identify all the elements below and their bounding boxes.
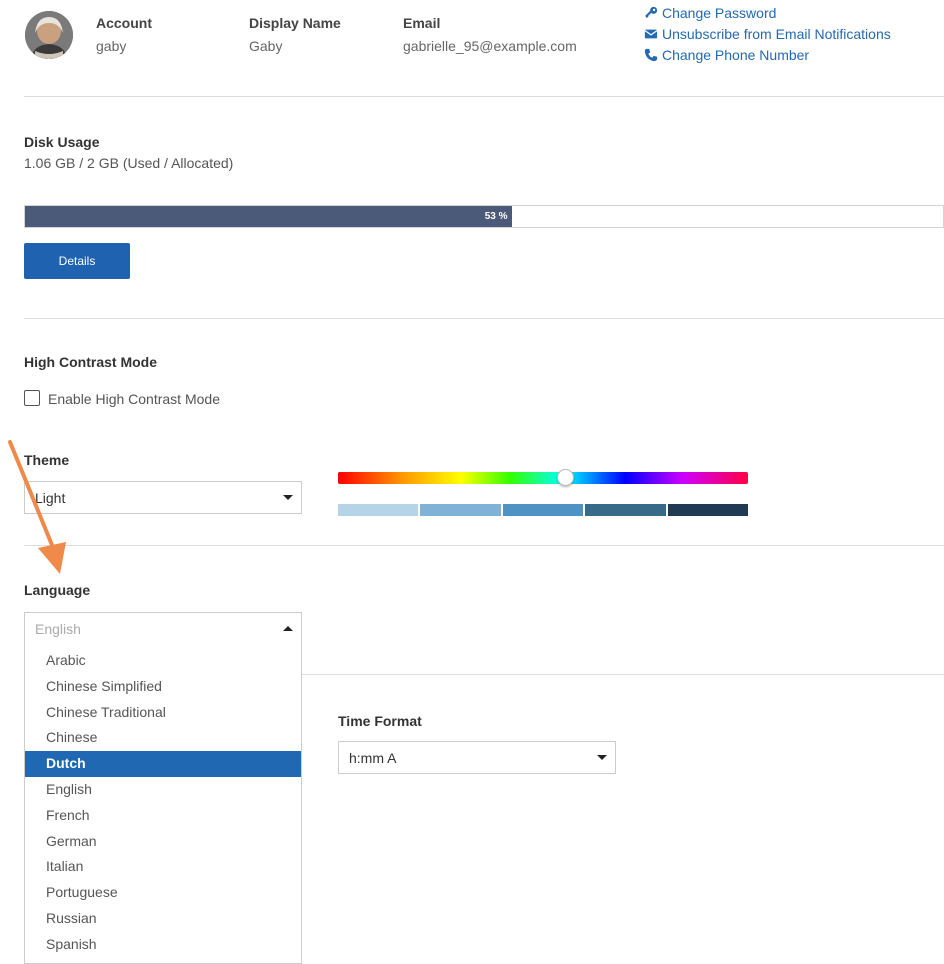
disk-usage-progress-bar: 53 % [24,205,944,228]
change-password-label: Change Password [662,5,777,21]
divider [24,545,944,546]
change-phone-label: Change Phone Number [662,47,810,63]
language-option[interactable]: Dutch [25,751,301,777]
account-value: gaby [96,38,127,54]
language-option[interactable]: English [25,777,301,803]
envelope-icon [644,29,658,39]
color-swatch[interactable] [420,504,501,516]
change-password-link[interactable]: Change Password [644,5,776,21]
spectrum-slider-handle[interactable] [557,469,574,486]
time-format-select[interactable]: h:mm A [338,741,616,774]
disk-usage-summary: 1.06 GB / 2 GB (Used / Allocated) [24,155,234,171]
annotation-arrow-icon [8,440,66,574]
progress-percent-label: 53 % [484,211,508,222]
unsubscribe-label: Unsubscribe from Email Notifications [662,26,891,42]
details-button[interactable]: Details [24,243,130,279]
language-title: Language [24,582,91,598]
change-phone-link[interactable]: Change Phone Number [644,47,809,63]
avatar [25,11,73,59]
display-name-label: Display Name [249,15,341,31]
key-icon [645,6,658,19]
display-name-value: Gaby [249,38,283,54]
language-option[interactable]: Chinese Simplified [25,674,301,700]
color-swatch[interactable] [502,504,584,516]
language-option[interactable]: French [25,803,301,829]
divider [24,96,944,97]
time-format-title: Time Format [338,713,422,729]
email-value: gabrielle_95@example.com [403,38,577,54]
chevron-up-icon [283,626,293,631]
language-option[interactable]: Chinese Traditional [25,700,301,726]
language-option[interactable]: Italian [25,854,301,880]
high-contrast-title: High Contrast Mode [24,354,157,370]
phone-icon [644,48,658,62]
account-label: Account [96,15,152,31]
chevron-down-icon [597,755,607,760]
language-option[interactable]: Russian [25,906,301,932]
language-option[interactable]: Chinese [25,725,301,751]
email-label: Email [403,15,441,31]
language-option[interactable]: Spanish [25,932,301,958]
language-option[interactable]: Portuguese [25,880,301,906]
disk-usage-title: Disk Usage [24,134,100,150]
high-contrast-checkbox-label[interactable]: Enable High Contrast Mode [48,391,220,407]
color-swatch[interactable] [585,504,666,516]
divider [302,674,944,675]
divider [24,318,944,319]
language-dropdown-list: Arabic Chinese Simplified Chinese Traditio… [24,644,302,964]
language-select[interactable]: English [24,612,302,645]
language-placeholder: English [35,620,81,637]
high-contrast-checkbox[interactable] [24,390,40,406]
color-swatch[interactable] [338,504,419,516]
unsubscribe-link[interactable]: Unsubscribe from Email Notifications [644,26,891,42]
chevron-down-icon [283,495,293,500]
color-spectrum-slider[interactable] [338,472,748,484]
language-option[interactable]: German [25,829,301,855]
time-format-selected-value: h:mm A [349,749,397,766]
progress-fill: 53 % [25,206,512,227]
language-option[interactable]: Arabic [25,648,301,674]
color-swatch[interactable] [667,504,749,516]
color-swatch-palette [338,504,749,516]
